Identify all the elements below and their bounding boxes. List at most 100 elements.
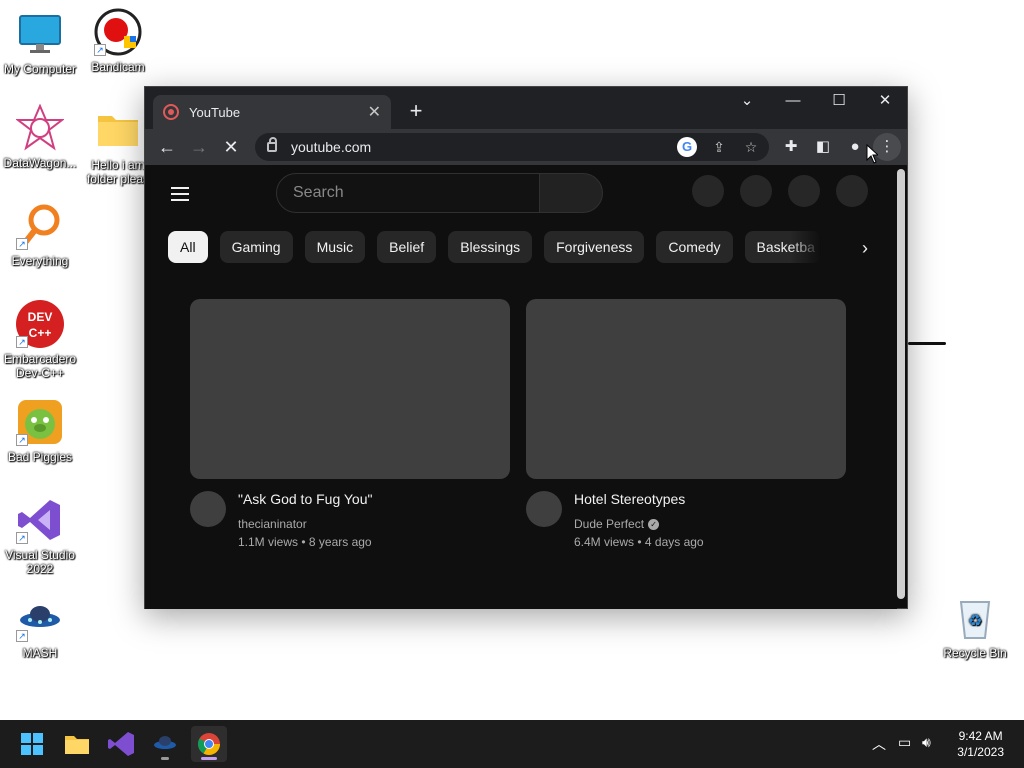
running-indicator: [161, 757, 169, 760]
maximize-button[interactable]: ☐: [816, 87, 862, 117]
taskbar: ︿ ▭ 🔊︎ 9:42 AM 3/1/2023: [0, 720, 1024, 768]
start-button[interactable]: [14, 726, 50, 762]
channel-name-text: Dude Perfect: [574, 517, 645, 531]
header-placeholder-circle[interactable]: [788, 175, 820, 207]
chrome-toolbar: ← → ✕ youtube.com G ⇪ ☆ ✚ ◧ ● ⋮: [145, 129, 907, 165]
clock-time: 9:42 AM: [958, 729, 1003, 743]
search-button[interactable]: [539, 173, 603, 213]
video-title[interactable]: Hotel Stereotypes: [574, 491, 685, 507]
desktop-icon-label: Recycle Bin: [943, 646, 1007, 660]
chip-blessings[interactable]: Blessings: [448, 231, 533, 263]
desktop-icon-everything[interactable]: ↗ Everything: [0, 202, 80, 268]
desktop-icon-label: DataWagon...: [3, 156, 77, 170]
taskbar-clock[interactable]: 9:42 AM 3/1/2023: [957, 728, 1004, 760]
extensions-icon[interactable]: ✚: [777, 133, 805, 161]
show-hidden-icons-chevron-icon[interactable]: ︿: [872, 734, 886, 754]
desktop-icon-label: Embarcadero Dev-C++: [3, 352, 77, 380]
network-icon[interactable]: ▭: [898, 734, 911, 751]
tab-youtube[interactable]: YouTube ✕: [153, 95, 391, 129]
video-stats: 6.4M views • 4 days ago: [574, 535, 704, 549]
desktop-icon-recycle-bin[interactable]: ♻ Recycle Bin: [935, 594, 1015, 660]
devcpp-icon: DEV C++ ↗: [16, 300, 64, 348]
header-placeholder-circle[interactable]: [692, 175, 724, 207]
channel-avatar[interactable]: [190, 491, 226, 527]
category-chips: All Gaming Music Belief Blessings Forgiv…: [168, 231, 821, 263]
video-card[interactable]: Hotel Stereotypes Dude Perfect ✓ 6.4M vie…: [526, 299, 846, 561]
recycle-bin-icon: ♻: [951, 594, 999, 642]
desktop-icon-label: Visual Studio 2022: [5, 548, 75, 576]
channel-name-text: thecianinator: [238, 517, 307, 531]
close-window-button[interactable]: ✕: [862, 87, 908, 117]
video-thumbnail[interactable]: [526, 299, 846, 479]
volume-icon[interactable]: 🔊︎: [922, 734, 931, 751]
back-button[interactable]: ←: [153, 133, 181, 161]
search-input[interactable]: Search: [276, 173, 540, 213]
pig-icon: ↗: [16, 398, 64, 446]
desktop-icon-devcpp[interactable]: DEV C++ ↗ Embarcadero Dev-C++: [0, 300, 80, 380]
taskbar-file-explorer[interactable]: [59, 726, 95, 762]
desktop-icon-label: Bandicam: [91, 60, 145, 74]
url-text: youtube.com: [291, 139, 372, 155]
stop-loading-button[interactable]: ✕: [217, 133, 245, 161]
tab-title: YouTube: [189, 104, 241, 120]
taskbar-mash[interactable]: [147, 726, 183, 762]
video-stats: 1.1M views • 8 years ago: [238, 535, 372, 549]
desktop-icon-label: Bad Piggies: [7, 450, 73, 464]
chip-basketball[interactable]: Basketba: [744, 231, 821, 263]
svg-text:♻: ♻: [968, 613, 982, 630]
windows-logo-icon: [21, 733, 43, 755]
clock-date: 3/1/2023: [957, 745, 1004, 759]
datawagon-icon: [15, 103, 65, 152]
share-icon[interactable]: ⇪: [709, 137, 729, 157]
video-card[interactable]: "Ask God to Fug You" thecianinator 1.1M …: [190, 299, 510, 561]
youtube-page: Search All Gaming Music Belief Blessings…: [145, 165, 897, 609]
header-placeholder-circle[interactable]: [740, 175, 772, 207]
chip-music[interactable]: Music: [304, 231, 366, 263]
desktop-icon-label: My Computer: [3, 62, 77, 76]
new-tab-button[interactable]: +: [403, 99, 429, 125]
folder-icon: [65, 736, 89, 754]
video-thumbnail[interactable]: [190, 299, 510, 479]
monitor-icon: [16, 10, 64, 58]
desktop-icon-label: Everything: [11, 254, 69, 268]
channel-name[interactable]: thecianinator: [238, 517, 307, 531]
chrome-window[interactable]: YouTube ✕ + ⌄ — ☐ ✕ ← → ✕ youtube.com G …: [144, 86, 908, 609]
desktop-icon-mash[interactable]: ↗ MASH: [0, 594, 80, 660]
video-title[interactable]: "Ask God to Fug You": [238, 491, 372, 507]
chip-belief[interactable]: Belief: [377, 231, 437, 263]
desktop-icon-my-computer[interactable]: My Computer: [0, 10, 80, 76]
chrome-titlebar[interactable]: YouTube ✕ + ⌄ — ☐ ✕: [145, 87, 907, 129]
tab-close-icon[interactable]: ✕: [368, 102, 381, 122]
address-bar[interactable]: youtube.com G ⇪ ☆: [255, 133, 769, 161]
desktop-icon-label: Hello i am folder pleas: [86, 158, 150, 186]
chip-gaming[interactable]: Gaming: [219, 231, 293, 263]
tab-search-icon[interactable]: ⌄: [724, 87, 770, 117]
desktop-stray-line: [908, 342, 946, 345]
ufo-icon: ↗: [16, 594, 64, 642]
taskbar-visual-studio[interactable]: [103, 726, 139, 762]
taskbar-chrome[interactable]: [191, 726, 227, 762]
header-placeholder-circle[interactable]: [836, 175, 868, 207]
bookmark-star-icon[interactable]: ☆: [741, 137, 761, 157]
mouse-cursor-icon: [866, 144, 878, 164]
chip-forgiveness[interactable]: Forgiveness: [544, 231, 645, 263]
desktop-icon-bad-piggies[interactable]: ↗ Bad Piggies: [0, 398, 80, 464]
chip-comedy[interactable]: Comedy: [656, 231, 733, 263]
side-panel-icon[interactable]: ◧: [809, 133, 837, 161]
visual-studio-icon: [108, 732, 134, 756]
magnifier-icon: ↗: [16, 202, 64, 250]
desktop-icon-visual-studio[interactable]: ↗ Visual Studio 2022: [0, 496, 80, 576]
chip-all[interactable]: All: [168, 231, 208, 263]
chevron-right-icon[interactable]: ›: [853, 237, 877, 261]
desktop-icon-bandicam[interactable]: ↗ Bandicam: [78, 8, 158, 74]
minimize-button[interactable]: —: [770, 87, 816, 117]
desktop-icon-datawagon[interactable]: DataWagon...: [0, 103, 80, 170]
channel-avatar[interactable]: [526, 491, 562, 527]
desktop-icon-label: MASH: [22, 646, 58, 660]
forward-button[interactable]: →: [185, 133, 213, 161]
page-scrollbar[interactable]: [897, 169, 905, 599]
hamburger-menu-icon[interactable]: [171, 187, 189, 201]
channel-name[interactable]: Dude Perfect ✓: [574, 517, 660, 531]
profile-icon[interactable]: ●: [841, 133, 869, 161]
google-lens-icon[interactable]: G: [677, 137, 697, 157]
